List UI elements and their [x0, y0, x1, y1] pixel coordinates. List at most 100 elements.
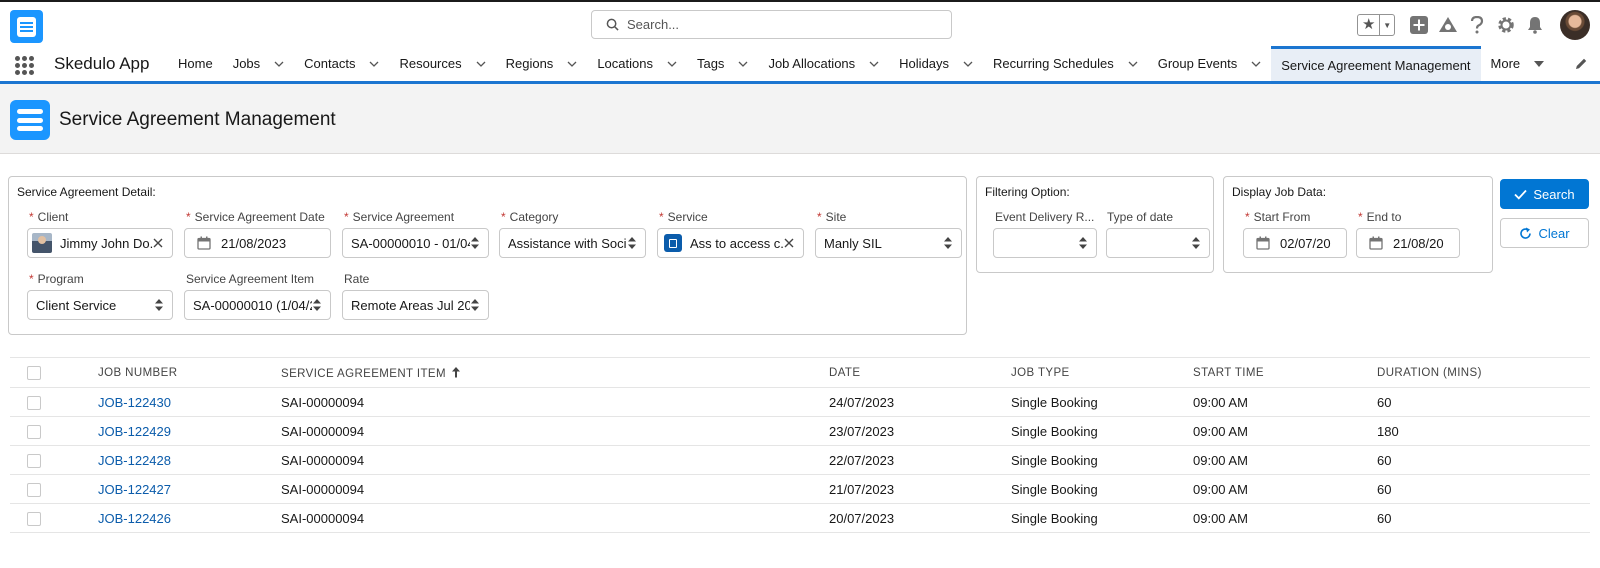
app-logo[interactable]: [10, 10, 43, 43]
nav-tab-tags[interactable]: Tags: [687, 46, 758, 81]
global-search-input[interactable]: Search...: [591, 10, 952, 39]
service-label: * Service: [659, 210, 708, 224]
row-checkbox[interactable]: [27, 482, 41, 497]
search-button[interactable]: Search: [1500, 179, 1589, 209]
trailhead-icon[interactable]: [1438, 15, 1458, 35]
rate-value: Remote Areas Jul 202: [351, 297, 470, 313]
panel-title: Display Job Data:: [1232, 185, 1327, 199]
column-header-start-time[interactable]: START TIME: [1193, 357, 1377, 388]
job-number-link[interactable]: JOB-122426: [98, 511, 171, 526]
service-value: Ass to access c...: [690, 235, 784, 251]
category-label: * Category: [501, 210, 559, 224]
chevron-down-icon[interactable]: [567, 61, 577, 67]
date-cell: 23/07/2023: [829, 416, 1011, 446]
type-of-date-select[interactable]: [1106, 228, 1210, 258]
chevron-down-icon[interactable]: [369, 61, 379, 67]
end-to-input[interactable]: 21/08/20: [1356, 228, 1460, 258]
type-of-date-label: Type of date: [1107, 210, 1174, 224]
sa-date-input[interactable]: 21/08/2023: [184, 228, 331, 258]
calendar-icon[interactable]: [1256, 236, 1270, 250]
global-header: Search... ★ ▼: [0, 2, 1600, 46]
rate-select[interactable]: Remote Areas Jul 202: [342, 290, 489, 320]
gear-icon[interactable]: [1496, 15, 1516, 35]
select-arrows-icon: [313, 299, 321, 311]
site-select[interactable]: Manly SIL: [815, 228, 962, 258]
chevron-down-icon[interactable]: [738, 61, 748, 67]
nav-tab-home[interactable]: Home: [168, 46, 223, 81]
close-icon[interactable]: [153, 238, 163, 248]
clear-button[interactable]: Clear: [1500, 218, 1589, 248]
job-number-link[interactable]: JOB-122430: [98, 395, 171, 410]
calendar-icon[interactable]: [197, 236, 211, 250]
help-icon[interactable]: [1467, 15, 1487, 35]
nav-tab-recurring-schedules[interactable]: Recurring Schedules: [983, 46, 1148, 81]
nav-tab-label: Contacts: [304, 56, 356, 71]
service-agreement-select[interactable]: SA-00000010 - 01/04: [342, 228, 489, 258]
clear-button-label: Clear: [1538, 225, 1570, 241]
edit-nav-icon[interactable]: [1574, 57, 1588, 71]
chevron-down-icon[interactable]: [476, 61, 486, 67]
service-agreement-value: SA-00000010 - 01/04: [351, 235, 470, 251]
chevron-down-icon[interactable]: [869, 61, 879, 67]
program-select[interactable]: Client Service: [27, 290, 173, 320]
favorites-button[interactable]: ★ ▼: [1357, 14, 1395, 36]
job-number-link[interactable]: JOB-122428: [98, 453, 171, 468]
nav-tab-contacts[interactable]: Contacts: [294, 46, 389, 81]
job-number-link[interactable]: JOB-122427: [98, 482, 171, 497]
nav-tab-resources[interactable]: Resources: [389, 46, 495, 81]
nav-tab-locations[interactable]: Locations: [587, 46, 687, 81]
select-all-header: [10, 357, 98, 388]
nav-tab-regions[interactable]: Regions: [496, 46, 588, 81]
column-header-job-type[interactable]: JOB TYPE: [1011, 357, 1193, 388]
nav-tab-group-events[interactable]: Group Events: [1148, 46, 1272, 81]
search-icon: [606, 18, 619, 31]
add-icon[interactable]: [1409, 15, 1429, 35]
sa-item-select[interactable]: SA-00000010 (1/04/2: [184, 290, 331, 320]
row-checkbox[interactable]: [27, 511, 41, 526]
row-checkbox[interactable]: [27, 395, 41, 410]
calendar-icon[interactable]: [1369, 236, 1383, 250]
chevron-down-icon[interactable]: [963, 61, 973, 67]
column-header-service-agreement-item[interactable]: SERVICE AGREEMENT ITEM: [281, 357, 829, 388]
chevron-down-icon[interactable]: [667, 61, 677, 67]
chevron-down-icon[interactable]: [274, 61, 284, 67]
table-row[interactable]: JOB-122426 SAI-00000094 20/07/2023 Single B…: [10, 503, 1590, 533]
table-row[interactable]: JOB-122428 SAI-00000094 22/07/2023 Single B…: [10, 445, 1590, 475]
row-checkbox[interactable]: [27, 453, 41, 468]
nav-tab-job-allocations[interactable]: Job Allocations: [758, 46, 889, 81]
service-agreement-item-cell: SAI-00000094: [281, 503, 829, 533]
nav-tab-more[interactable]: More: [1481, 46, 1555, 81]
user-avatar[interactable]: [1560, 10, 1590, 40]
close-icon[interactable]: [784, 238, 794, 248]
nav-tab-label: More: [1490, 56, 1521, 71]
select-arrows-icon: [628, 237, 636, 249]
row-checkbox[interactable]: [27, 424, 41, 439]
nav-tab-jobs[interactable]: Jobs: [223, 46, 294, 81]
table-row[interactable]: JOB-122429 SAI-00000094 23/07/2023 Single B…: [10, 416, 1590, 446]
select-all-checkbox[interactable]: [27, 365, 41, 380]
end-to-label: * End to: [1358, 210, 1402, 224]
nav-tab-label: Holidays: [899, 56, 950, 71]
table-row[interactable]: JOB-122427 SAI-00000094 21/07/2023 Single B…: [10, 474, 1590, 504]
column-header-date[interactable]: DATE: [829, 357, 1011, 388]
chevron-down-icon[interactable]: [1251, 61, 1261, 67]
caret-down-icon[interactable]: [1534, 60, 1545, 67]
job-number-link[interactable]: JOB-122429: [98, 424, 171, 439]
client-lookup[interactable]: Jimmy John Do...: [27, 228, 173, 258]
chevron-down-icon: ▼: [1379, 15, 1394, 35]
table-row[interactable]: JOB-122430 SAI-00000094 24/07/2023 Single B…: [10, 387, 1590, 417]
category-select[interactable]: Assistance with Social: [499, 228, 646, 258]
start-from-input[interactable]: 02/07/20: [1243, 228, 1347, 258]
job-type-cell: Single Booking: [1011, 387, 1193, 417]
event-delivery-select[interactable]: [993, 228, 1097, 258]
chevron-down-icon[interactable]: [1128, 61, 1138, 67]
nav-tab-holidays[interactable]: Holidays: [889, 46, 983, 81]
job-number-cell: JOB-122429: [98, 416, 281, 446]
service-lookup[interactable]: Ass to access c...: [657, 228, 804, 258]
column-header-job-number[interactable]: JOB NUMBER: [98, 357, 281, 388]
service-agreement-detail-panel: Service Agreement Detail: * Client Jimmy …: [8, 176, 967, 335]
bell-icon[interactable]: [1525, 15, 1545, 35]
column-header-duration[interactable]: DURATION (MINS): [1377, 357, 1590, 388]
nav-tab-service-agreement-management[interactable]: Service Agreement Management: [1271, 46, 1481, 81]
app-launcher-icon[interactable]: [15, 56, 34, 75]
